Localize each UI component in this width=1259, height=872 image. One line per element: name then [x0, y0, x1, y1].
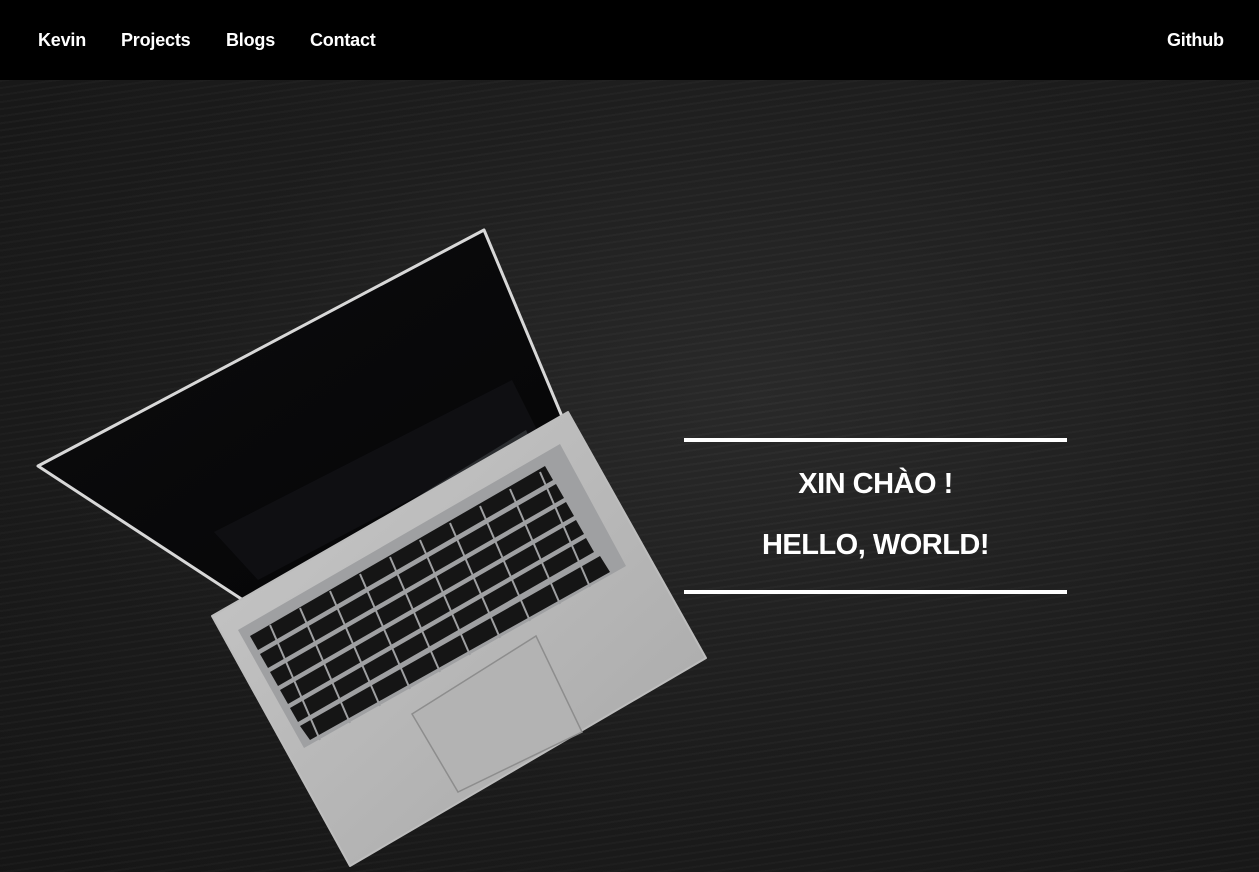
- laptop-image: [36, 228, 707, 867]
- top-navbar: Kevin Projects Blogs Contact Github: [0, 0, 1259, 80]
- hero-heading-hello-world: HELLO, WORLD!: [761, 529, 990, 561]
- nav-link-github[interactable]: Github: [1167, 0, 1224, 80]
- hero-section: XIN CHÀO ! HELLO, WORLD!: [0, 80, 1259, 872]
- hero-heading-xin-chao: XIN CHÀO !: [798, 468, 953, 500]
- nav-link-blogs[interactable]: Blogs: [226, 0, 275, 80]
- nav-link-projects[interactable]: Projects: [121, 0, 191, 80]
- top-divider-line: [684, 438, 1067, 442]
- bottom-divider-line: [684, 590, 1067, 594]
- nav-link-contact[interactable]: Contact: [310, 0, 376, 80]
- nav-brand-kevin[interactable]: Kevin: [38, 0, 86, 80]
